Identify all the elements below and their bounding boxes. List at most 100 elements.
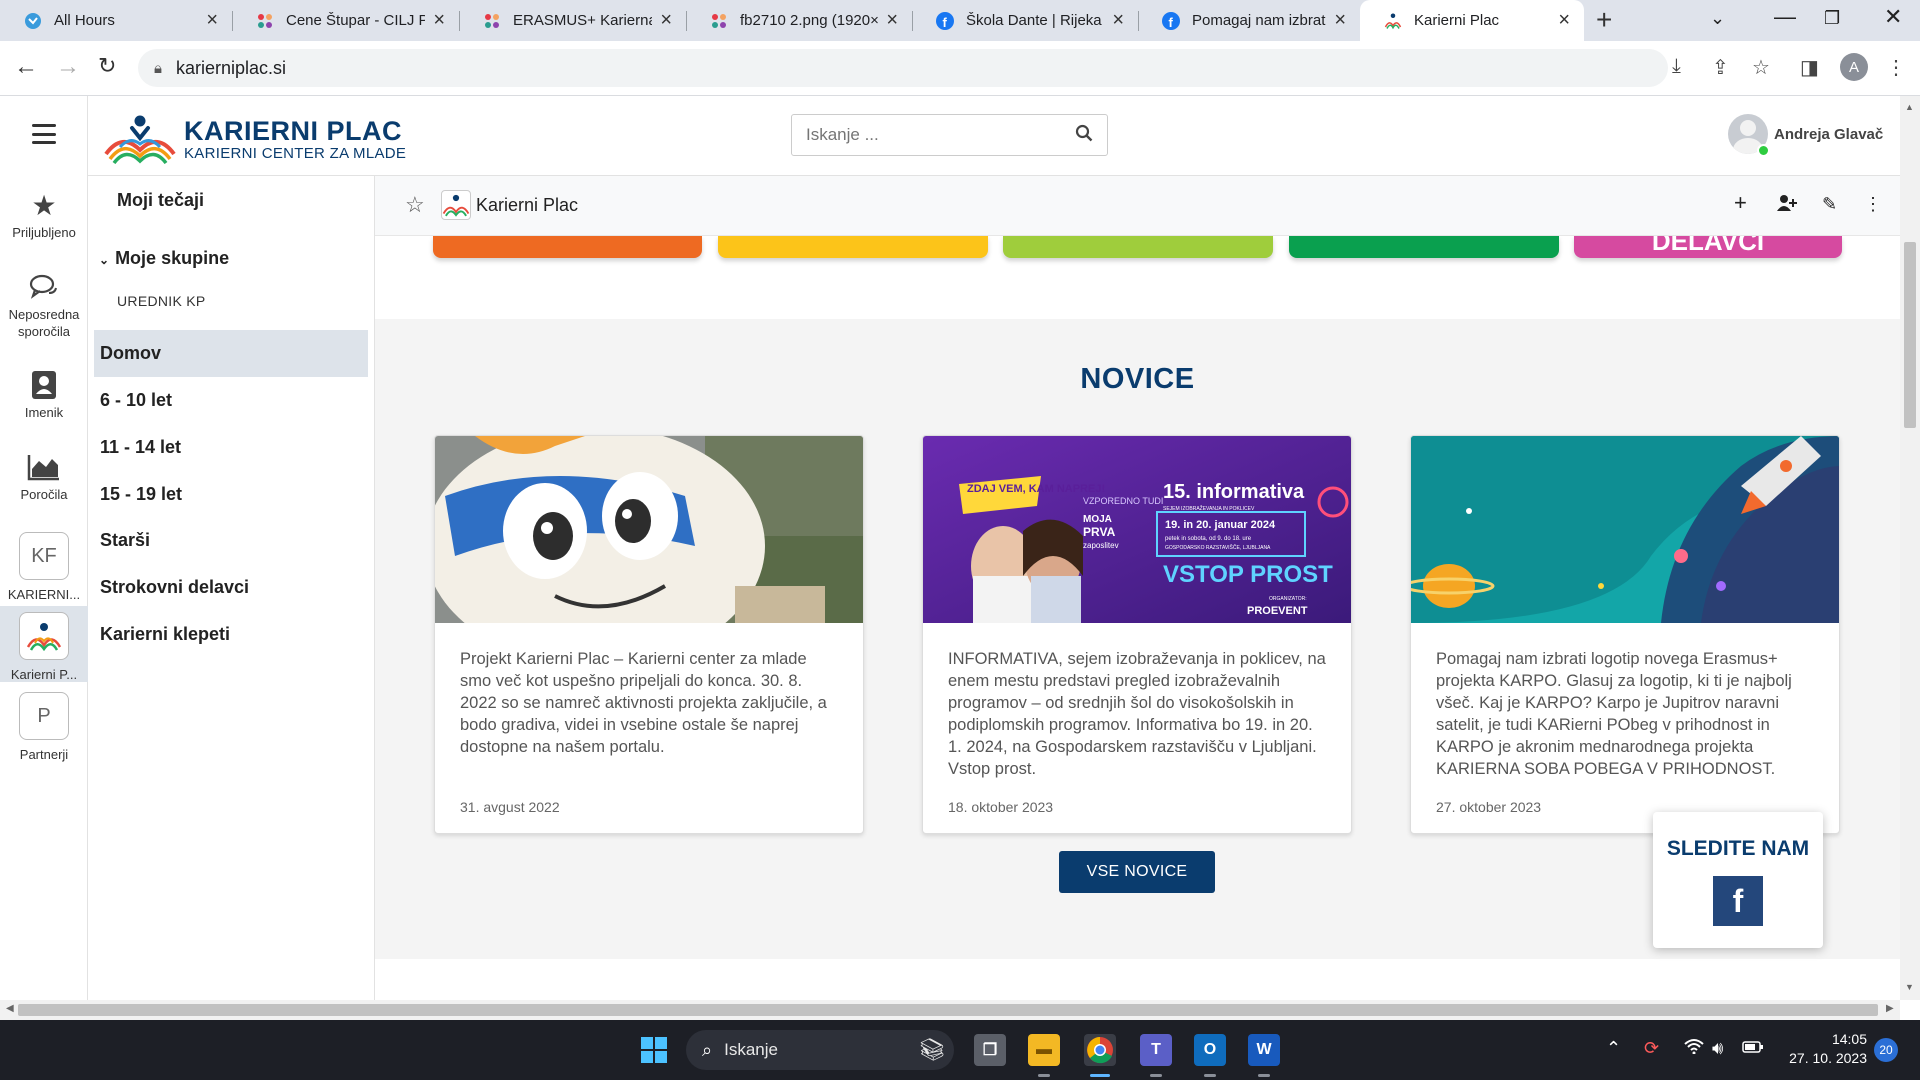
close-tab-icon[interactable]: × xyxy=(886,9,898,32)
nav-item-6-10[interactable]: 6 - 10 let xyxy=(94,377,368,424)
horizontal-scrollbar[interactable]: ◀ ▶ xyxy=(0,1000,1900,1020)
rail-item-karierni-plac[interactable]: Karierni P... xyxy=(0,606,88,682)
browser-tab-skola-dante[interactable]: f Škola Dante | Rijeka | × xyxy=(912,0,1138,41)
news-card[interactable]: Pomagaj nam izbrati logotip novega Erasm… xyxy=(1410,435,1840,834)
nav-item-starsi[interactable]: Starši xyxy=(94,517,368,564)
task-view-icon[interactable]: ❐ xyxy=(974,1034,1006,1066)
browser-tab-cene-stupar[interactable]: Cene Štupar - CILJ Pe × xyxy=(232,0,459,41)
teams-icon[interactable]: T xyxy=(1140,1034,1172,1066)
close-tab-icon[interactable]: × xyxy=(660,9,672,32)
nav-item-domov[interactable]: Domov xyxy=(94,330,368,377)
close-tab-icon[interactable]: × xyxy=(1334,9,1346,32)
share-icon[interactable]: ⇪ xyxy=(1712,55,1729,80)
browser-tab-fb2710[interactable]: fb2710 2.png (1920× × xyxy=(686,0,912,41)
close-tab-icon[interactable]: × xyxy=(433,9,445,32)
close-tab-icon[interactable]: × xyxy=(1558,9,1570,32)
site-logo[interactable]: KARIERNI PLAC KARIERNI CENTER ZA MLADE xyxy=(102,114,406,164)
back-arrow-icon[interactable]: ← xyxy=(14,53,38,81)
nav-item-11-14[interactable]: 11 - 14 let xyxy=(94,424,368,471)
forward-arrow-icon[interactable]: → xyxy=(56,53,80,81)
nav-item-klepeti[interactable]: Karierni klepeti xyxy=(94,611,368,658)
install-app-icon[interactable]: ⤓ xyxy=(1672,55,1681,78)
new-tab-button[interactable]: + xyxy=(1596,4,1612,36)
facebook-icon[interactable]: f xyxy=(1713,876,1763,926)
horizontal-scroll-thumb[interactable] xyxy=(18,1004,1878,1016)
notification-badge[interactable]: 20 xyxy=(1874,1038,1898,1062)
chat-bubbles-icon xyxy=(0,268,88,306)
site-search[interactable] xyxy=(791,114,1108,156)
facebook-icon: f xyxy=(936,11,954,30)
reload-icon[interactable]: ↻ xyxy=(98,53,116,79)
svg-text:SEJEM IZOBRAŽEVANJA IN POKLICE: SEJEM IZOBRAŽEVANJA IN POKLICEV xyxy=(1163,504,1255,512)
rail-item-karierni-kf[interactable]: KF KARIERNI... xyxy=(0,528,88,604)
category-tile-delavci[interactable]: DELAVCI xyxy=(1574,236,1842,258)
chrome-icon[interactable] xyxy=(1084,1034,1116,1066)
close-tab-icon[interactable]: × xyxy=(1112,9,1124,32)
search-input[interactable] xyxy=(806,125,1075,145)
rail-item-favorites[interactable]: ★ Priljubljeno xyxy=(0,186,88,256)
sync-icon[interactable]: ⟳ xyxy=(1644,1038,1659,1059)
browser-tab-karierni-plac[interactable]: Karierni Plac × xyxy=(1360,0,1584,41)
file-explorer-icon[interactable]: ▬ xyxy=(1028,1034,1060,1066)
browser-tab-pomagaj[interactable]: f Pomagaj nam izbrati × xyxy=(1138,0,1360,41)
my-courses-heading[interactable]: Moji tečaji xyxy=(117,190,204,211)
svg-text:VSTOP PROST: VSTOP PROST xyxy=(1163,561,1333,588)
all-news-button[interactable]: VSE NOVICE xyxy=(1059,851,1215,893)
close-window-icon[interactable]: ✕ xyxy=(1884,4,1902,30)
svg-text:petek in sobota, od 9. do 18.: petek in sobota, od 9. do 18. ure xyxy=(1165,536,1252,542)
address-bar[interactable]: 🔒︎ karierniplac.si xyxy=(138,49,1668,87)
more-options-icon[interactable]: ⋮ xyxy=(1864,194,1882,215)
wifi-icon[interactable] xyxy=(1684,1038,1704,1059)
rail-item-partners[interactable]: P Partnerji xyxy=(0,692,88,768)
nav-item-strokovni[interactable]: Strokovni delavci xyxy=(94,564,368,611)
scroll-up-arrow-icon[interactable]: ▲ xyxy=(1905,102,1914,112)
logo-title: KARIERNI PLAC xyxy=(184,115,403,146)
add-icon[interactable]: + xyxy=(1734,190,1747,216)
scroll-down-arrow-icon[interactable]: ▼ xyxy=(1905,982,1914,992)
battery-icon[interactable] xyxy=(1742,1038,1764,1059)
nav-item-15-19[interactable]: 15 - 19 let xyxy=(94,471,368,518)
browser-tab-erasmus[interactable]: ERASMUS+ Karierna × xyxy=(459,0,686,41)
my-groups-toggle[interactable]: ⌄ Moje skupine xyxy=(99,248,229,269)
scroll-left-arrow-icon[interactable]: ◀ xyxy=(6,1003,14,1014)
rail-item-reports[interactable]: Poročila xyxy=(0,448,88,518)
volume-icon[interactable]: 🔊︎ xyxy=(1712,1038,1723,1059)
close-tab-icon[interactable]: × xyxy=(206,9,218,32)
profile-avatar[interactable]: A xyxy=(1840,53,1868,81)
browser-tab-all-hours[interactable]: All Hours × xyxy=(0,0,232,41)
browser-menu-icon[interactable]: ⋮ xyxy=(1886,55,1906,80)
news-card[interactable]: Projekt Karierni Plac – Karierni center … xyxy=(434,435,864,834)
minimize-icon[interactable]: — xyxy=(1774,4,1796,30)
category-tile[interactable] xyxy=(433,236,702,258)
hamburger-menu-icon[interactable] xyxy=(32,124,56,144)
taskbar-search[interactable]: ⌕ Iskanje 📚︎ xyxy=(686,1030,954,1070)
area-chart-icon xyxy=(0,448,88,486)
dots-logo-icon xyxy=(710,12,728,30)
taskbar-clock[interactable]: 14:05 27. 10. 2023 xyxy=(1783,1030,1867,1068)
side-panel-icon[interactable]: ◨ xyxy=(1800,55,1819,80)
vertical-scroll-thumb[interactable] xyxy=(1904,242,1916,428)
group-item-urednik[interactable]: UREDNIK KP xyxy=(117,293,206,309)
scroll-right-arrow-icon[interactable]: ▶ xyxy=(1886,1003,1894,1014)
rail-item-directory[interactable]: Imenik xyxy=(0,366,88,436)
vertical-scrollbar[interactable]: ▲ ▼ xyxy=(1900,96,1920,1000)
edit-pencil-icon[interactable]: ✎ xyxy=(1822,194,1837,215)
news-card[interactable]: ZDAJ VEM, KAM NAPREJ! 15. informativa SE… xyxy=(922,435,1352,834)
search-icon: ⌕ xyxy=(702,1039,713,1060)
windows-start-icon[interactable] xyxy=(638,1034,670,1066)
category-tile[interactable] xyxy=(1289,236,1559,258)
search-icon[interactable] xyxy=(1075,124,1093,147)
bookmark-star-icon[interactable]: ☆ xyxy=(1752,55,1770,80)
show-hidden-icons-chevron-icon[interactable]: ⌃ xyxy=(1606,1038,1621,1059)
word-icon[interactable]: W xyxy=(1248,1034,1280,1066)
rail-item-messages[interactable]: Neposredna sporočila xyxy=(0,268,88,348)
category-tile[interactable] xyxy=(1003,236,1273,258)
category-tile[interactable] xyxy=(718,236,988,258)
add-user-icon[interactable] xyxy=(1777,194,1797,217)
restore-window-icon[interactable]: ❐ xyxy=(1824,8,1840,29)
tab-search-chevron-icon[interactable]: ⌄ xyxy=(1710,8,1725,29)
favorite-star-icon[interactable]: ☆ xyxy=(405,192,425,218)
outlook-icon[interactable]: O xyxy=(1194,1034,1226,1066)
user-menu[interactable]: Andreja Glavač xyxy=(1728,114,1883,154)
online-status-dot xyxy=(1757,144,1770,157)
